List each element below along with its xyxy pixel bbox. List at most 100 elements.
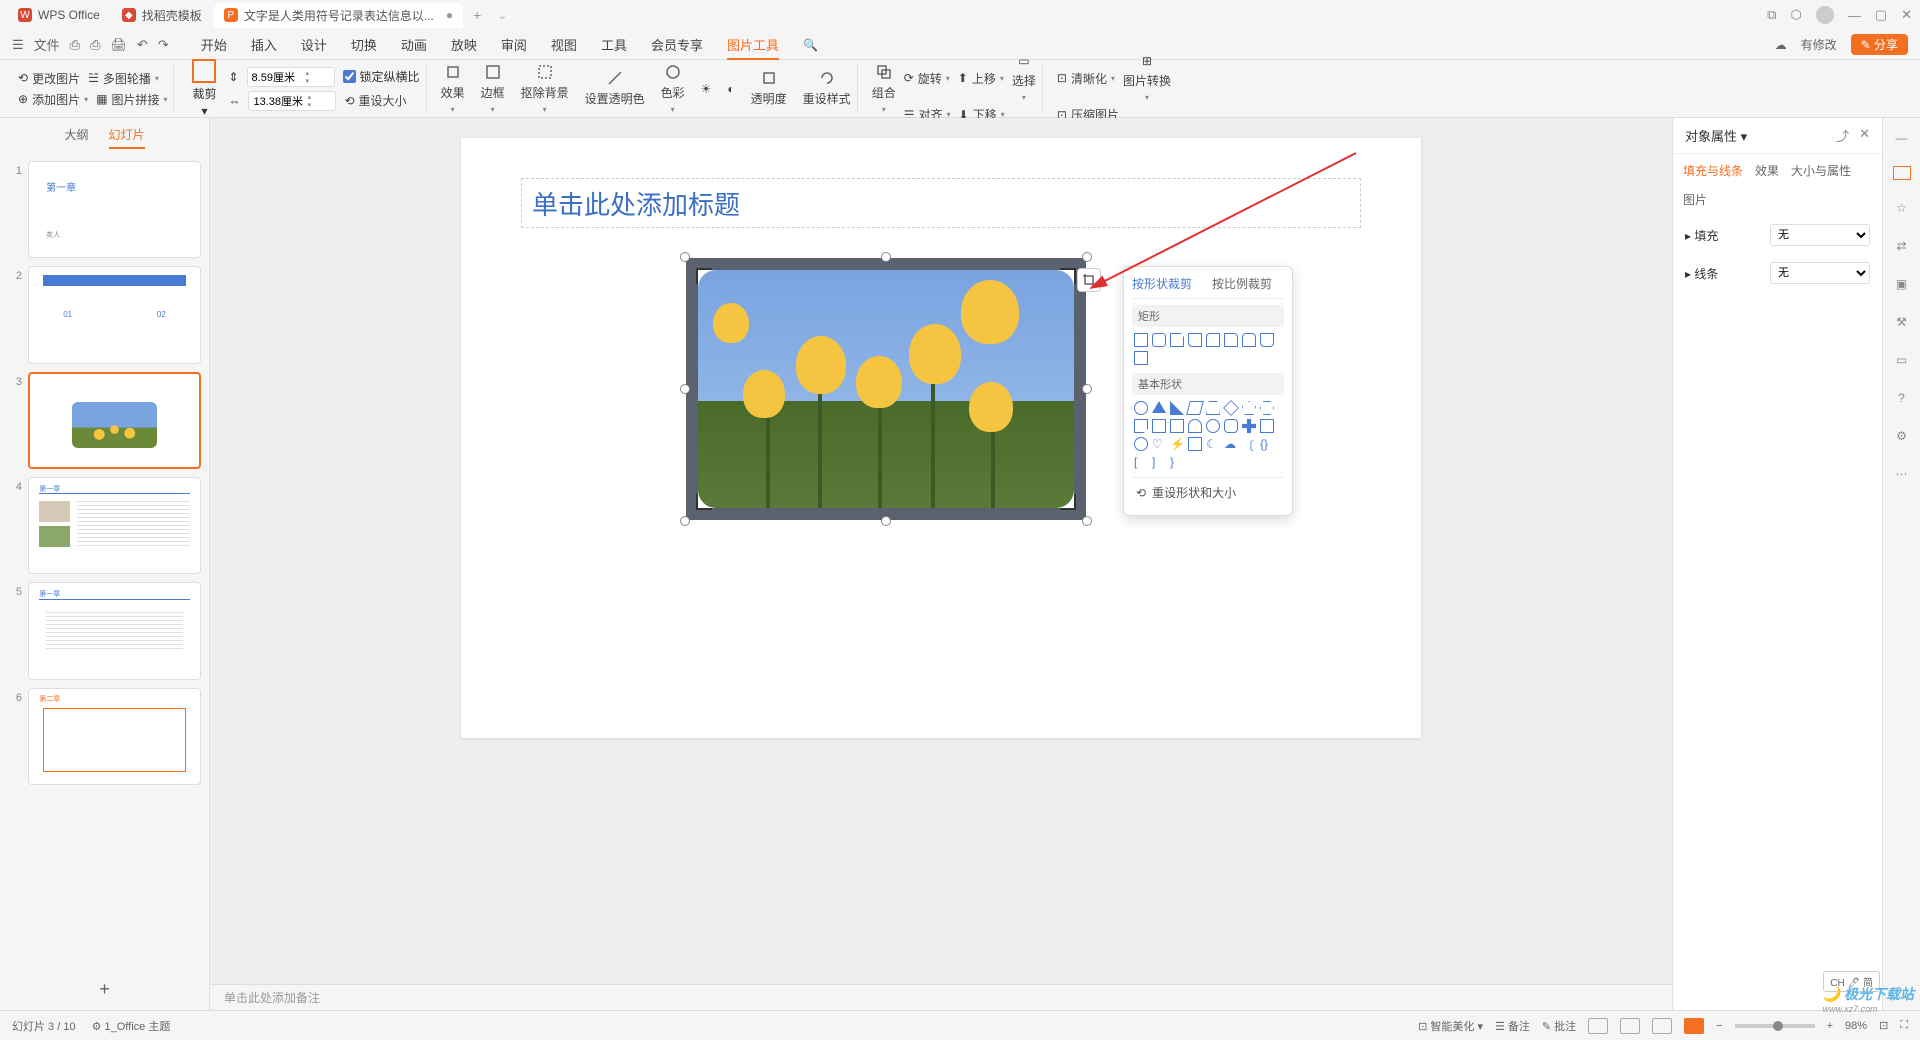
st-layers-icon[interactable]: ▣ [1892,274,1912,294]
undo-icon[interactable]: ↶ [137,37,148,53]
slide-thumb-5[interactable]: 5第一章 [8,582,201,679]
theme-label[interactable]: ⚙ 1_Office 主题 [92,1018,171,1034]
tab-tools[interactable]: 工具 [601,35,627,54]
prop-tab-picture[interactable]: 图片 [1683,191,1707,208]
st-layout-icon[interactable] [1893,166,1911,180]
redo-icon[interactable]: ↷ [158,37,169,53]
shape-b2[interactable] [1152,419,1166,433]
remove-bg-button[interactable]: 抠除背景▾ [521,64,569,114]
combine-button[interactable]: 组合▾ [872,64,896,114]
print-preview-icon[interactable]: 🖨 [110,37,127,53]
shape-cloud[interactable]: ☁ [1224,437,1238,451]
reset-size-button[interactable]: ⟲ 重设大小 [344,92,406,109]
avatar-icon[interactable] [1816,6,1834,24]
color-button[interactable]: 色彩▾ [661,64,685,114]
shape-snip1[interactable] [1170,333,1184,347]
shape-hexagon[interactable] [1260,401,1274,415]
slide-canvas[interactable]: 单击此处添加标题 [461,138,1421,738]
tab-transition[interactable]: 切换 [351,35,377,54]
sorter-view-button[interactable] [1620,1018,1640,1034]
shape-b4[interactable] [1188,419,1202,433]
maximize-button[interactable]: ▢ [1875,7,1887,23]
height-input[interactable]: ▴▾ [247,67,335,87]
collapse-icon[interactable]: ― [1892,128,1912,148]
notes-area[interactable]: 单击此处添加备注 [210,984,1672,1010]
multi-outline-button[interactable]: ☱ 多图轮播 ▾ [88,70,159,87]
convert-button[interactable]: ⊞图片转换▾ [1123,54,1171,102]
tab-picture-tools[interactable]: 图片工具 [727,35,779,60]
border-button[interactable]: 边框▾ [481,64,505,114]
shape-bracket3[interactable]: [ [1134,455,1148,469]
shape-snip4[interactable] [1224,333,1238,347]
close-tab-icon[interactable]: ● [446,8,453,22]
shape-smiley[interactable] [1134,437,1148,451]
shape-pentagon[interactable] [1242,401,1256,415]
tab-member[interactable]: 会员专享 [651,35,703,54]
tab-document[interactable]: P文字是人类用符号记录表达信息以...● [214,3,463,28]
st-transfer-icon[interactable]: ⇄ [1892,236,1912,256]
shape-b8[interactable] [1260,419,1274,433]
prop-tab-effect[interactable]: 效果 [1755,162,1779,179]
slides-tab[interactable]: 幻灯片 [109,126,145,149]
width-input[interactable]: ▴▾ [248,91,336,111]
tab-templates[interactable]: ◆找稻壳模板 [112,3,212,28]
shape-circle[interactable] [1134,401,1148,415]
fit-button[interactable]: ⊡ [1879,1019,1888,1032]
slide-thumb-3[interactable]: 3 [8,372,201,469]
tab-wps[interactable]: WWPS Office [8,4,110,26]
shape-bracket4[interactable]: ] [1152,455,1166,469]
add-tab-button[interactable]: + [465,5,489,25]
shape-rtriangle[interactable] [1170,401,1184,415]
sharpen-button[interactable]: ⊡ 清晰化 ▾ [1057,70,1115,87]
zoom-out-button[interactable]: − [1716,1020,1722,1032]
shape-round-rect[interactable] [1152,333,1166,347]
beautify-button[interactable]: ⊡ 智能美化 ▾ [1418,1018,1483,1034]
file-menu[interactable]: 文件 [34,35,60,54]
selected-image[interactable] [686,258,1086,520]
st-image-icon[interactable]: ▭ [1892,350,1912,370]
st-more-icon[interactable]: ⋯ [1892,464,1912,484]
fullscreen-button[interactable]: ⛶ [1900,1019,1908,1032]
crop-by-ratio-tab[interactable]: 按比例裁剪 [1212,275,1272,292]
tab-slideshow[interactable]: 放映 [451,35,477,54]
crop-by-shape-tab[interactable]: 按形状裁剪 [1132,275,1192,292]
prop-tab-fill[interactable]: 填充与线条 [1683,162,1743,179]
print-icon[interactable]: ⎙ [90,37,100,53]
shape-snip5[interactable] [1242,333,1256,347]
shape-bracket2[interactable]: {} [1260,437,1274,451]
slide-thumb-1[interactable]: 1第一章类人 [8,161,201,258]
pic-stitch-button[interactable]: ▦ 图片拼接 ▾ [96,91,167,108]
slide-thumb-6[interactable]: 6第二章 [8,688,201,785]
change-pic-button[interactable]: ⟲ 更改图片 [18,70,80,87]
effect-button[interactable]: 效果▾ [441,64,465,114]
tab-insert[interactable]: 插入 [251,35,277,54]
slide-thumb-2[interactable]: 20102 [8,266,201,363]
transparency-button[interactable]: 透明度 [751,70,787,107]
shape-snip2[interactable] [1188,333,1202,347]
tab-review[interactable]: 审阅 [501,35,527,54]
tab-start[interactable]: 开始 [201,35,227,54]
shape-bolt[interactable]: ⚡ [1170,437,1184,451]
st-help-icon[interactable]: ? [1892,388,1912,408]
shape-trapezoid[interactable] [1206,401,1220,415]
tab-dropdown-icon[interactable]: ⌄ [497,8,507,22]
shape-parallelogram[interactable] [1186,401,1204,415]
cloud-sync-icon[interactable]: ☁ [1775,38,1787,52]
shape-b6[interactable] [1224,419,1238,433]
shape-heart[interactable]: ♡ [1152,437,1166,451]
set-transparent-button[interactable]: 设置透明色 [585,70,645,107]
contrast-button[interactable]: ◐ [727,82,734,96]
normal-view-button[interactable] [1588,1018,1608,1034]
outline-tab[interactable]: 大纲 [64,126,88,149]
zoom-label[interactable]: 98% [1845,1020,1867,1032]
shape-b5[interactable] [1206,419,1220,433]
hamburger-icon[interactable]: ☰ [12,37,24,53]
shape-b11[interactable] [1188,437,1202,451]
st-tools-icon[interactable]: ⚒ [1892,312,1912,332]
shape-snip6[interactable] [1260,333,1274,347]
slide-thumb-4[interactable]: 4第一章 [8,477,201,574]
minimize-button[interactable]: ― [1848,8,1861,23]
line-select[interactable]: 无 [1770,262,1870,284]
rotate-button[interactable]: ⟳ 旋转 ▾ [904,70,950,87]
close-panel-icon[interactable]: ✕ [1859,126,1870,145]
